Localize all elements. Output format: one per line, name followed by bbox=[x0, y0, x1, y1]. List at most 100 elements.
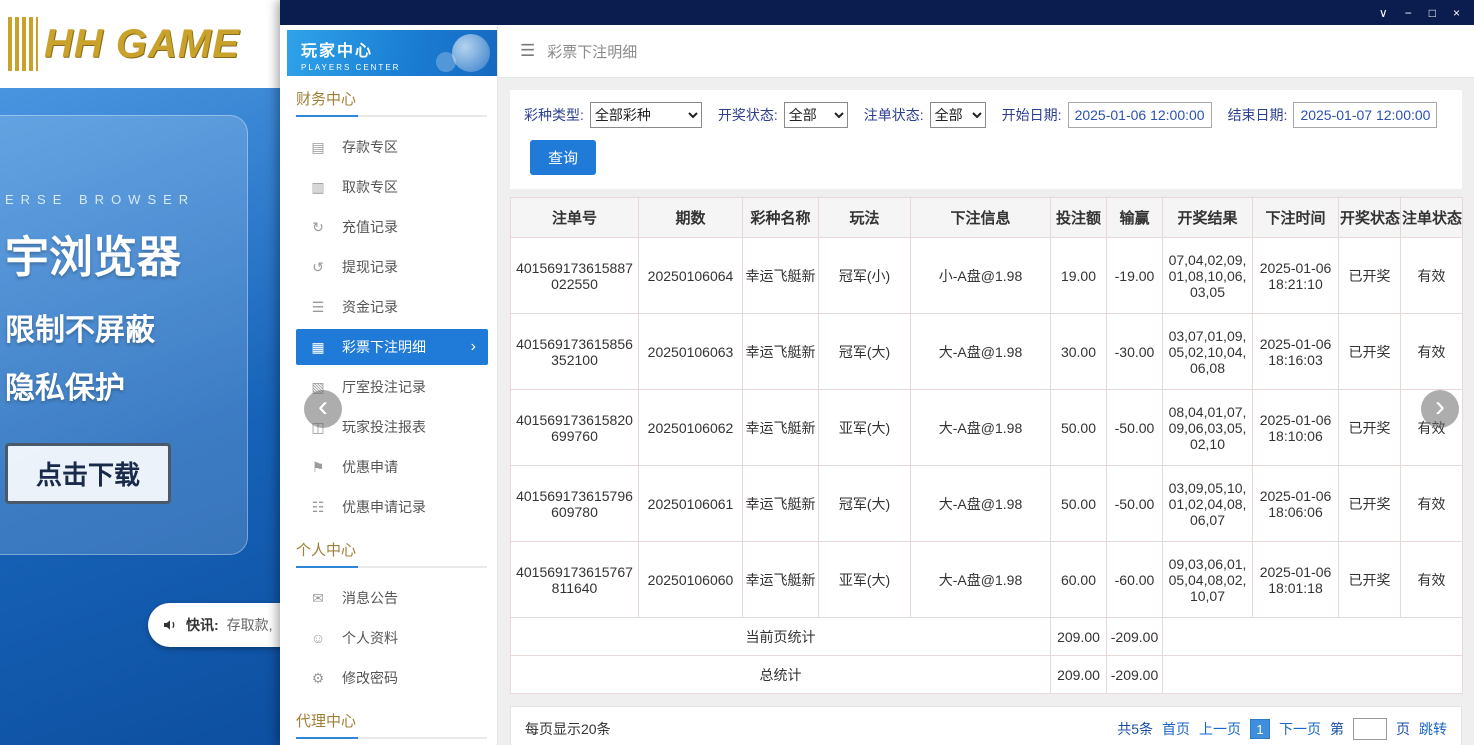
column-header: 开奖状态 bbox=[1339, 198, 1401, 238]
sidebar-item[interactable]: ☷优惠申请记录 bbox=[280, 487, 497, 527]
section-heading: 个人中心 bbox=[296, 539, 481, 566]
column-header: 彩种名称 bbox=[743, 198, 819, 238]
column-header: 注单号 bbox=[511, 198, 639, 238]
jump-button[interactable]: 跳转 bbox=[1419, 719, 1447, 739]
summary-bet-total: 209.00 bbox=[1051, 618, 1107, 656]
maximize-icon[interactable]: □ bbox=[1429, 7, 1436, 19]
table-cell: 09,03,06,01,05,04,08,02,10,07 bbox=[1163, 542, 1253, 618]
table-row: 40156917361576781164020250106060幸运飞艇新亚军(… bbox=[511, 542, 1463, 618]
carousel-next-button[interactable]: › bbox=[1421, 390, 1459, 428]
next-page-link[interactable]: 下一页 bbox=[1279, 719, 1321, 739]
menu-icon[interactable]: ☰ bbox=[520, 41, 535, 61]
lottery-type-label: 彩种类型: bbox=[524, 105, 584, 125]
screen: HH GAME ERSE BROWSER 宇浏览器 限制不屏蔽 隐私保护 点击下… bbox=[0, 0, 1474, 745]
table-cell: 有效 bbox=[1401, 238, 1463, 314]
summary-label: 总统计 bbox=[511, 656, 1051, 694]
sidebar-item[interactable]: ▤ 存款专区 bbox=[280, 127, 497, 167]
table-cell: 大-A盘@1.98 bbox=[911, 542, 1051, 618]
table-cell: 20250106061 bbox=[639, 466, 743, 542]
deposit-icon: ▤ bbox=[310, 139, 326, 156]
table-cell: 有效 bbox=[1401, 314, 1463, 390]
column-header: 下注信息 bbox=[911, 198, 1051, 238]
start-date-input[interactable] bbox=[1068, 102, 1212, 128]
prev-page-link[interactable]: 上一页 bbox=[1199, 719, 1241, 739]
site-logo[interactable]: HH GAME bbox=[44, 22, 240, 67]
summary-winloss-total: -209.00 bbox=[1107, 618, 1163, 656]
table-cell: 03,07,01,09,05,02,10,04,06,08 bbox=[1163, 314, 1253, 390]
sidebar-item-label: 个人资料 bbox=[342, 628, 398, 648]
first-page-link[interactable]: 首页 bbox=[1162, 719, 1190, 739]
total-count-text: 共5条 bbox=[1117, 719, 1153, 739]
sidebar-item-label: 消息公告 bbox=[342, 588, 398, 608]
pagination-controls: 共5条 首页 上一页 1 下一页 第 页 跳转 bbox=[1117, 718, 1447, 740]
table-cell: 20250106063 bbox=[639, 314, 743, 390]
lottery-bet-detail-icon: ▦ bbox=[310, 339, 326, 356]
window-titlebar: ∨ − □ × bbox=[280, 0, 1474, 25]
table-cell: 冠军(大) bbox=[819, 466, 911, 542]
sidebar-item[interactable]: ☺ 个人资料 bbox=[280, 618, 497, 658]
sidebar-item-label: 优惠申请 bbox=[342, 457, 398, 477]
sidebar-item-label: 存款专区 bbox=[342, 137, 398, 157]
table-cell: 60.00 bbox=[1051, 542, 1107, 618]
page-title: 彩票下注明细 bbox=[547, 41, 637, 62]
table-cell: 2025-01-06 18:16:03 bbox=[1253, 314, 1339, 390]
draw-status-select[interactable]: 全部 bbox=[784, 102, 848, 128]
bet-status-select[interactable]: 全部 bbox=[930, 102, 986, 128]
table-cell: 大-A盘@1.98 bbox=[911, 314, 1051, 390]
promo-apply-record-icon: ☷ bbox=[310, 499, 326, 516]
promo-panel: ERSE BROWSER 宇浏览器 限制不屏蔽 隐私保护 点击下载 bbox=[0, 115, 248, 555]
logo-bar: HH GAME bbox=[0, 0, 280, 88]
hero-banner: ERSE BROWSER 宇浏览器 限制不屏蔽 隐私保护 点击下载 快讯: 存取… bbox=[0, 88, 280, 745]
table-cell: 已开奖 bbox=[1339, 466, 1401, 542]
page-jump-input[interactable] bbox=[1353, 718, 1387, 740]
circle-decoration bbox=[436, 52, 456, 72]
withdraw-record-icon: ↺ bbox=[310, 259, 326, 276]
sidebar-item[interactable]: ▥取款专区 bbox=[280, 167, 497, 207]
close-icon[interactable]: × bbox=[1453, 7, 1460, 19]
bet-detail-table: 注单号期数彩种名称玩法下注信息投注额输赢开奖结果下注时间开奖状态注单状态 401… bbox=[510, 197, 1462, 694]
download-button[interactable]: 点击下载 bbox=[5, 443, 171, 504]
search-button[interactable]: 查询 bbox=[530, 140, 596, 175]
table-row: 40156917361585635210020250106063幸运飞艇新冠军(… bbox=[511, 314, 1463, 390]
sidebar-item[interactable]: ⚙修改密码 bbox=[280, 658, 497, 698]
minimize-icon[interactable]: − bbox=[1405, 7, 1412, 19]
current-page-indicator[interactable]: 1 bbox=[1250, 719, 1270, 739]
funds-record-icon: ☰ bbox=[310, 299, 326, 316]
ticker-text: 存取款, bbox=[227, 615, 273, 635]
sidebar-item[interactable]: ⚑优惠申请 bbox=[280, 447, 497, 487]
table-cell: 2025-01-06 18:21:10 bbox=[1253, 238, 1339, 314]
end-date-input[interactable] bbox=[1293, 102, 1437, 128]
table-cell: -60.00 bbox=[1107, 542, 1163, 618]
table-cell: 03,09,05,10,01,02,04,08,06,07 bbox=[1163, 466, 1253, 542]
section-underline bbox=[296, 566, 487, 568]
promo-line-2: 限制不屏蔽 bbox=[5, 305, 247, 349]
summary-bet-total: 209.00 bbox=[1051, 656, 1107, 694]
table-cell: -50.00 bbox=[1107, 390, 1163, 466]
content-header: ☰ 彩票下注明细 bbox=[498, 25, 1474, 78]
section-heading: 财务中心 bbox=[296, 88, 481, 115]
sidebar-item[interactable]: ↻充值记录 bbox=[280, 207, 497, 247]
sidebar-item[interactable]: ☰资金记录 bbox=[280, 287, 497, 327]
logo-icon bbox=[8, 17, 38, 71]
player-center-modal: ∨−□× 玩家中心 PLAYERS CENTER 财务中心▤存款专区▥取款专区↻… bbox=[280, 0, 1474, 745]
table-row: 40156917361582069976020250106062幸运飞艇新亚军(… bbox=[511, 390, 1463, 466]
window-chevron-icon[interactable]: ∨ bbox=[1379, 7, 1388, 19]
speaker-icon bbox=[162, 617, 178, 633]
summary-row: 总统计209.00-209.00 bbox=[511, 656, 1463, 694]
table-cell: 401569173615820699760 bbox=[511, 390, 639, 466]
sidebar-item[interactable]: ✉消息公告 bbox=[280, 578, 497, 618]
table-cell: 亚军(大) bbox=[819, 542, 911, 618]
table-cell: 亚军(大) bbox=[819, 390, 911, 466]
profile-icon: ☺ bbox=[310, 630, 326, 646]
table-cell: 大-A盘@1.98 bbox=[911, 466, 1051, 542]
sidebar-item[interactable]: ▦彩票下注明细› bbox=[296, 329, 488, 365]
carousel-prev-button[interactable]: ‹ bbox=[304, 390, 342, 428]
sidebar-item-label: 厅室投注记录 bbox=[342, 377, 426, 397]
table-cell: 幸运飞艇新 bbox=[743, 390, 819, 466]
recharge-record-icon: ↻ bbox=[310, 219, 326, 236]
ticker-label: 快讯: bbox=[186, 615, 219, 635]
lottery-type-select[interactable]: 全部彩种 bbox=[590, 102, 702, 128]
table-cell: 20250106060 bbox=[639, 542, 743, 618]
sidebar-item[interactable]: ↺提现记录 bbox=[280, 247, 497, 287]
pagination-bar: 每页显示20条 共5条 首页 上一页 1 下一页 第 页 跳转 bbox=[510, 706, 1462, 745]
